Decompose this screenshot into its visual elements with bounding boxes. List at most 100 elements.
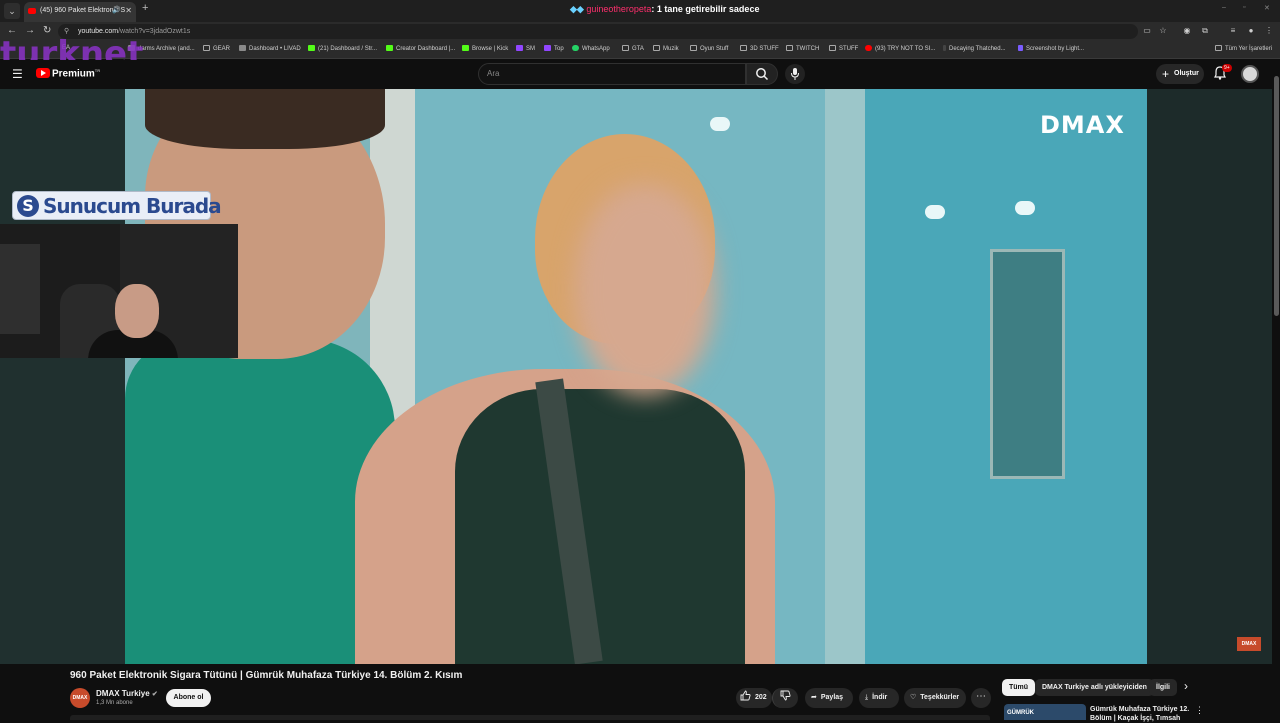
channel-name[interactable]: DMAX Turkiye ✔ bbox=[96, 689, 158, 698]
youtube-logo-icon[interactable] bbox=[36, 68, 50, 78]
page-scrollbar[interactable] bbox=[1273, 60, 1280, 720]
streamer-head bbox=[115, 284, 159, 338]
bookmark-folder[interactable]: Muzik bbox=[653, 45, 679, 52]
chip-all[interactable]: Tümü bbox=[1002, 679, 1036, 696]
scene-window bbox=[990, 249, 1065, 479]
bookmark-folder[interactable]: TWITCH bbox=[786, 45, 819, 52]
whatsapp-icon bbox=[572, 45, 579, 51]
search-icon bbox=[756, 68, 769, 81]
hamburger-icon[interactable]: ☰ bbox=[12, 68, 24, 80]
video-title: 960 Paket Elektronik Sigara Tütünü | Güm… bbox=[70, 670, 463, 681]
video-frame[interactable]: DMAX bbox=[125, 89, 1147, 664]
scene-pillar bbox=[825, 89, 865, 664]
address-toolbar: ← → ↻ ⚲ youtube.com/watch?v=3jdadOzwt1s … bbox=[0, 22, 1280, 41]
player-letterbox-left bbox=[0, 89, 125, 664]
bookmark-favicon-icon bbox=[239, 45, 246, 51]
scrollbar-thumb[interactable] bbox=[1274, 76, 1279, 316]
all-bookmarks-folder[interactable]: Tüm Yer İşaretleri bbox=[1215, 45, 1272, 52]
bookmark-item[interactable]: Dashboard • LIVAD bbox=[239, 45, 301, 52]
account-avatar[interactable] bbox=[1241, 65, 1259, 83]
bookmark-label: (93) TRY NOT TO SI... bbox=[875, 46, 936, 52]
bookmark-item[interactable]: (93) TRY NOT TO SI... bbox=[865, 45, 935, 52]
bookmark-item[interactable]: Browse | Kick bbox=[462, 45, 508, 52]
channel-avatar[interactable]: DMAX bbox=[70, 688, 90, 708]
bookmark-folder[interactable]: 3D STUFF bbox=[740, 45, 779, 52]
folder-icon bbox=[653, 45, 660, 51]
create-button[interactable]: + Oluştur bbox=[1156, 64, 1204, 84]
bookmark-folder[interactable]: STUFF bbox=[829, 45, 858, 52]
bookmark-item[interactable]: WhatsApp bbox=[572, 45, 610, 52]
bookmark-label: Oyun Stuff bbox=[700, 46, 729, 52]
tab-close-icon[interactable]: ✕ bbox=[125, 2, 132, 20]
extensions-puzzle-icon[interactable]: ⧉ bbox=[1200, 26, 1210, 36]
bookmark-label: (21) Dashboard / Str... bbox=[318, 46, 378, 52]
browser-tab[interactable]: (45) 960 Paket Elektronik S 🔊 ✕ bbox=[24, 2, 136, 22]
bookmark-star-icon[interactable]: ☆ bbox=[1158, 26, 1168, 36]
bookmark-folder[interactable]: GTA bbox=[622, 45, 644, 52]
tab-search-button[interactable]: ⌄ bbox=[4, 3, 20, 19]
bookmark-item[interactable]: Creator Dashboard |... bbox=[386, 45, 455, 52]
chip-from-uploader[interactable]: DMAX Turkiye adlı yükleyiciden bbox=[1035, 679, 1154, 696]
plus-icon: + bbox=[1162, 67, 1170, 81]
thumbs-down-icon bbox=[780, 690, 791, 701]
share-button[interactable]: ➦ Paylaş bbox=[805, 688, 853, 708]
chevron-right-icon[interactable]: › bbox=[1184, 679, 1188, 693]
bookmark-folder[interactable]: GEAR bbox=[203, 45, 230, 52]
recommended-thumbnail[interactable]: GÜMRÜK bbox=[1004, 704, 1086, 720]
youtube-favicon-icon bbox=[28, 8, 36, 14]
bookmark-item[interactable]: (21) Dashboard / Str... bbox=[308, 45, 377, 52]
folder-icon bbox=[203, 45, 210, 51]
voice-search-button[interactable] bbox=[785, 64, 805, 84]
woman-dark-top bbox=[455, 389, 745, 664]
premium-label: Premium bbox=[52, 68, 95, 80]
bookmark-favicon-icon bbox=[1018, 45, 1023, 51]
minimize-button[interactable]: – bbox=[1222, 4, 1226, 11]
more-actions-icon[interactable]: ⋯ bbox=[971, 688, 991, 708]
reading-list-icon[interactable]: ≡ bbox=[1228, 26, 1238, 36]
search-button[interactable] bbox=[746, 63, 778, 85]
extension-icon[interactable]: ◉ bbox=[1182, 26, 1192, 36]
maximize-button[interactable]: ▫ bbox=[1243, 4, 1245, 11]
sponsor-banner: S Sunucum Burada bbox=[12, 191, 222, 220]
folder-icon bbox=[622, 45, 629, 51]
dislike-button[interactable] bbox=[772, 688, 798, 708]
bookmark-item[interactable]: SM bbox=[516, 45, 535, 52]
chip-related[interactable]: İlgili bbox=[1149, 679, 1177, 696]
bookmark-label: GEAR bbox=[213, 46, 231, 52]
profile-icon[interactable]: ● bbox=[1246, 26, 1256, 36]
recommended-more-icon[interactable]: ⋮ bbox=[1195, 705, 1204, 716]
recommended-video-title[interactable]: Gümrük Muhafaza Türkiye 12. Bölüm | Kaça… bbox=[1090, 705, 1190, 723]
bookmark-label: Creator Dashboard |... bbox=[396, 46, 456, 52]
url-field[interactable]: ⚲ youtube.com/watch?v=3jdadOzwt1s bbox=[58, 24, 1138, 39]
youtube-premium-logo[interactable]: PremiumTR bbox=[52, 68, 100, 79]
bookmark-item[interactable]: Decaying Thatched... bbox=[943, 45, 1006, 52]
browser-menu-icon[interactable]: ⋮ bbox=[1264, 26, 1274, 36]
bookmark-favicon-icon bbox=[516, 45, 523, 51]
audio-playing-icon[interactable]: 🔊 bbox=[112, 2, 121, 20]
thanks-icon: ♡ bbox=[910, 694, 917, 701]
bookmark-label: SM bbox=[526, 46, 535, 52]
bookmarks-bar: EA darms Archive (and... GEAR Dashboard … bbox=[0, 41, 1280, 59]
bookmark-folder[interactable]: Oyun Stuff bbox=[690, 45, 728, 52]
stream-chat-overlay: ◆◆ guineotheropeta: 1 tane getirebilir s… bbox=[570, 4, 759, 15]
mic-icon bbox=[791, 68, 799, 80]
bookmark-item[interactable]: Top bbox=[544, 45, 564, 52]
thanks-button[interactable]: ♡ Teşekkürler bbox=[904, 688, 966, 708]
like-button[interactable]: 202 bbox=[736, 688, 772, 708]
download-button[interactable]: ⤓ İndir bbox=[859, 688, 899, 708]
bookmark-item[interactable]: Screenshot by Light... bbox=[1018, 45, 1084, 52]
download-label: İndir bbox=[872, 694, 888, 701]
ceiling-light bbox=[925, 205, 945, 219]
new-tab-button[interactable]: + bbox=[142, 2, 148, 14]
chat-emote-icon: ◆◆ bbox=[570, 4, 587, 14]
premium-region: TR bbox=[94, 68, 101, 73]
cast-icon[interactable]: ▭ bbox=[1142, 26, 1152, 36]
share-icon: ➦ bbox=[811, 694, 817, 701]
subscribe-button[interactable]: Abone ol bbox=[166, 689, 211, 707]
notification-count-badge: 9+ bbox=[1222, 64, 1232, 72]
window-close-button[interactable]: ✕ bbox=[1264, 4, 1270, 12]
video-player[interactable]: DMAX S Sunucum Burada DMAX bbox=[0, 89, 1272, 664]
webcam-background-shelf bbox=[0, 244, 40, 334]
player-letterbox-right bbox=[1147, 89, 1272, 664]
search-input[interactable]: Ara bbox=[478, 63, 746, 85]
